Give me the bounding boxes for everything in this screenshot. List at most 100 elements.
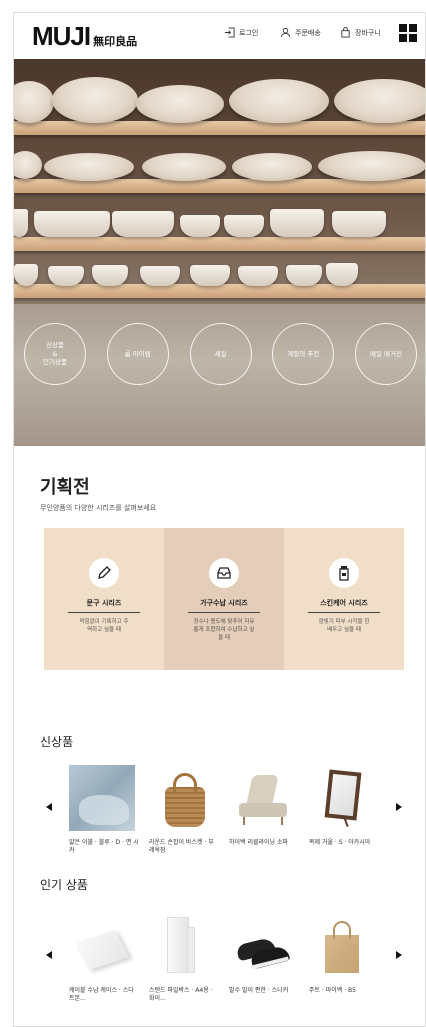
skincare-bottle-icon <box>329 558 359 588</box>
plate <box>136 85 224 123</box>
bowl <box>190 265 230 286</box>
cart-link[interactable]: 장바구니 <box>340 27 381 38</box>
product-image-jute-bag <box>309 913 375 979</box>
order-link[interactable]: 주문배송 <box>280 27 321 38</box>
bowl <box>326 263 358 286</box>
product-name: 라운드 손잡이 바스켓 · 부레옥잠 <box>149 839 214 855</box>
product-item[interactable]: 스탠드 파일박스 · A4용 · 화이... <box>149 913 229 1004</box>
storage-tray-icon <box>209 558 239 588</box>
next-arrow-icon[interactable] <box>394 945 404 959</box>
logo-kr: 無印良品 <box>93 35 138 48</box>
order-label: 주문배송 <box>295 28 321 37</box>
plate <box>318 151 425 181</box>
product-item[interactable]: 하이백 리클라이닝 소파 <box>229 765 309 856</box>
bowl <box>14 209 28 237</box>
circle-mail-magazine[interactable]: 메일 매거진 <box>355 323 417 385</box>
product-name: 케이블 수납 케이스 · 스다트본... <box>69 987 134 1003</box>
exhibition-card-stationery[interactable]: 문구 시리즈 막힘없이 기록하고 주 역하고 싶을 때 <box>44 528 164 670</box>
product-image-file-box <box>149 913 215 979</box>
exhibition-subtitle: 무인양품의 다양한 시리즈를 살펴보세요 <box>40 504 157 512</box>
bowl <box>332 211 386 237</box>
bowl <box>286 265 322 286</box>
card-desc: 깜빛기 피부 시각을 한 배우고 싶을 때 <box>318 619 370 633</box>
bowl <box>270 209 324 237</box>
product-name: 스탠드 파일박스 · A4용 · 화이... <box>149 987 213 1003</box>
card-desc: 막힘없이 기록하고 주 역하고 싶을 때 <box>79 619 129 633</box>
hero-banner: 신상품 & 인기상품 룸 아이템 세일 계절의 추천 메일 매거진 <box>14 59 425 446</box>
circle-label: 메일 매거진 <box>370 349 402 358</box>
exhibition-title: 기획전 <box>40 477 90 498</box>
circle-room-items[interactable]: 룸 아이템 <box>106 323 169 385</box>
product-image-cable-case <box>69 913 135 979</box>
card-title: 가구수납 시리즈 <box>188 598 260 613</box>
product-item[interactable]: 목제 거울 · S · 아카시아 <box>309 765 389 856</box>
plate <box>334 79 425 123</box>
exhibition-card-skincare[interactable]: 스킨케어 시리즈 깜빛기 피부 시각을 한 배우고 싶을 때 <box>284 528 404 670</box>
circle-label: 신상품 & 인기상품 <box>43 340 67 367</box>
circle-label: 세일 <box>214 349 227 358</box>
circle-new-popular[interactable]: 신상품 & 인기상품 <box>24 323 86 385</box>
new-products-list: 얇은 이불 · 블루 · D · 면 시커 라운드 손잡이 바스켓 · 부레옥잠… <box>69 765 389 856</box>
exhibition-cards: 문구 시리즈 막힘없이 기록하고 주 역하고 싶을 때 가구수납 시리즈 정수나… <box>44 528 404 670</box>
product-item[interactable]: 주트 · 마이백 · B5 <box>309 913 389 1004</box>
new-products-row: 얇은 이불 · 블루 · D · 면 시커 라운드 손잡이 바스켓 · 부레옥잠… <box>14 765 425 875</box>
plate <box>142 153 226 181</box>
logo-brand: MUJI <box>32 21 91 51</box>
product-item[interactable]: 발수 발이 편한 · 스니커 <box>229 913 309 1004</box>
product-item[interactable]: 케이블 수납 케이스 · 스다트본... <box>69 913 149 1004</box>
menu-grid-icon[interactable] <box>399 24 417 42</box>
bowl <box>48 266 84 286</box>
circle-seasonal[interactable]: 계절의 추천 <box>272 323 335 385</box>
cart-label: 장바구니 <box>355 28 381 37</box>
muji-logo[interactable]: MUJI 無印良品 <box>32 21 137 52</box>
circle-label: 계절의 추천 <box>287 349 320 358</box>
exhibition-card-furniture[interactable]: 가구수납 시리즈 정수나 용도에 맞추어 자유 롭게 조합하여 수납하고 싶 을… <box>164 528 284 670</box>
plate <box>229 79 329 123</box>
product-image-blanket <box>69 765 135 831</box>
bowl <box>112 211 174 237</box>
product-item[interactable]: 얇은 이불 · 블루 · D · 면 시커 <box>69 765 149 856</box>
popular-products-list: 케이블 수납 케이스 · 스다트본... 스탠드 파일박스 · A4용 · 화이… <box>69 913 389 1004</box>
card-desc: 정수나 용도에 맞추어 자유 롭게 조합하여 수납하고 싶 을 때 <box>193 619 255 641</box>
product-name: 얇은 이불 · 블루 · D · 면 시커 <box>69 839 139 855</box>
bowl <box>34 211 110 237</box>
product-name: 주트 · 마이백 · B5 <box>309 987 356 994</box>
product-image-mirror <box>309 765 375 831</box>
plate <box>232 153 312 181</box>
shelf <box>14 284 425 298</box>
login-icon <box>224 27 235 38</box>
bowl <box>92 265 128 286</box>
plate <box>52 77 138 123</box>
product-name: 발수 발이 편한 · 스니커 <box>229 987 289 994</box>
card-title: 스킨케어 시리즈 <box>308 598 380 613</box>
popular-products-row: 케이블 수납 케이스 · 스다트본... 스탠드 파일박스 · A4용 · 화이… <box>14 913 425 1023</box>
login-label: 로그인 <box>239 28 259 37</box>
login-link[interactable]: 로그인 <box>224 27 258 38</box>
user-icon <box>280 27 291 38</box>
circle-sale[interactable]: 세일 <box>189 323 252 385</box>
product-image-sneaker <box>229 913 295 979</box>
page-frame: MUJI 無印良品 로그인 주문배송 장바구니 신상품 & 인기상품 룸 아이템… <box>13 12 426 1027</box>
next-arrow-icon[interactable] <box>394 797 404 811</box>
product-item[interactable]: 라운드 손잡이 바스켓 · 부레옥잠 <box>149 765 229 856</box>
product-image-sofa <box>229 765 295 831</box>
plate <box>44 153 134 181</box>
product-name: 목제 거울 · S · 아카시아 <box>309 839 371 846</box>
shelf <box>14 237 425 251</box>
circle-label: 룸 아이템 <box>124 349 151 358</box>
bowl <box>140 266 180 286</box>
site-header: MUJI 無印良品 로그인 주문배송 장바구니 <box>14 13 425 57</box>
popular-products-title: 인기 상품 <box>40 878 88 892</box>
bag-icon <box>341 27 350 38</box>
product-name: 하이백 리클라이닝 소파 <box>229 839 289 846</box>
prev-arrow-icon[interactable] <box>44 945 54 959</box>
product-image-basket <box>149 765 215 831</box>
prev-arrow-icon[interactable] <box>44 797 54 811</box>
bowl <box>180 215 220 237</box>
shelf <box>14 179 425 193</box>
shelf <box>14 121 425 135</box>
hero-category-circles: 신상품 & 인기상품 룸 아이템 세일 계절의 추천 메일 매거진 <box>14 323 425 385</box>
bowl <box>224 215 264 237</box>
card-title: 문구 시리즈 <box>68 598 140 613</box>
pencil-icon <box>89 558 119 588</box>
